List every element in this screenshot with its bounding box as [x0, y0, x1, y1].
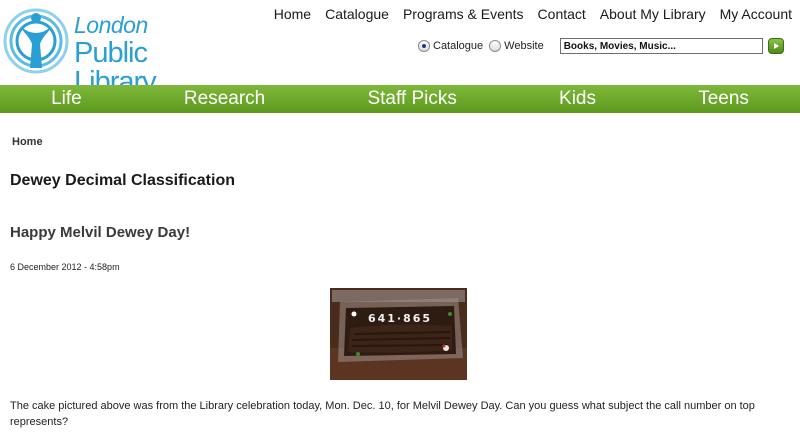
topnav-programs-events[interactable]: Programs & Events — [403, 6, 524, 22]
topnav-home[interactable]: Home — [274, 6, 311, 22]
nav-kids[interactable]: Kids — [559, 88, 596, 110]
search-bar: Catalogue Website — [418, 37, 784, 55]
radio-selected-icon[interactable] — [418, 40, 430, 52]
page-title: Dewey Decimal Classification — [10, 172, 235, 189]
nav-teens[interactable]: Teens — [698, 88, 749, 110]
topnav-about-my-library[interactable]: About My Library — [600, 6, 706, 22]
main-navigation: Life Research Staff Picks Kids Teens — [0, 85, 800, 113]
post-title[interactable]: Happy Melvil Dewey Day! — [10, 224, 190, 241]
logo-line1: London — [74, 12, 148, 38]
radio-catalogue[interactable]: Catalogue — [418, 40, 483, 52]
topnav-catalogue[interactable]: Catalogue — [325, 6, 389, 22]
post-date: 6 December 2012 - 4:58pm — [10, 262, 120, 272]
radio-catalogue-label: Catalogue — [433, 40, 484, 52]
radio-website-label: Website — [504, 40, 544, 52]
logo-figure-icon — [3, 8, 69, 74]
nav-staff-picks[interactable]: Staff Picks — [367, 88, 456, 110]
radio-unselected-icon[interactable] — [489, 40, 502, 52]
radio-website[interactable]: Website — [489, 40, 544, 52]
topnav-my-account[interactable]: My Account — [720, 6, 792, 22]
nav-life[interactable]: Life — [51, 88, 82, 110]
play-arrow-icon — [773, 43, 779, 49]
cake-number: 641·865 — [368, 312, 432, 325]
library-logo[interactable]: London Public Library — [2, 4, 217, 97]
search-go-button[interactable] — [767, 38, 784, 54]
cake-photo: 641·865 — [330, 288, 467, 380]
nav-research[interactable]: Research — [184, 88, 265, 110]
topnav-contact[interactable]: Contact — [538, 6, 586, 22]
post-body: The cake pictured above was from the Lib… — [10, 400, 755, 428]
breadcrumb-home[interactable]: Home — [12, 136, 43, 148]
search-input[interactable] — [559, 38, 763, 54]
top-navigation: Home Catalogue Programs & Events Contact… — [274, 6, 792, 22]
